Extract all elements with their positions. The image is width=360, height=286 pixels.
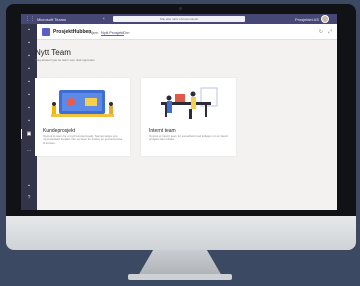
tab-om[interactable]: Om — [123, 30, 129, 35]
teams-icon[interactable]: ▪ — [26, 54, 32, 59]
refresh-icon[interactable]: ↻ — [319, 29, 323, 35]
card-description: Opprett et team for et nytt kundeprosjek… — [43, 134, 123, 145]
teams-window: ⋮⋮ Microsoft Teams ‹ Sök eller skriv ett… — [21, 14, 337, 210]
channel-header: ProsjektHubben Hjem Nytt Prosjekt Om ↻ ⤢ — [37, 24, 337, 40]
app-launcher-icon[interactable]: ⋮⋮ — [25, 16, 35, 22]
app-icon[interactable]: ▪ — [26, 119, 32, 124]
more-icon[interactable]: … — [26, 148, 32, 153]
chat-icon[interactable]: ▪ — [26, 41, 32, 46]
avatar[interactable] — [321, 15, 329, 23]
monitor-stand — [138, 250, 222, 276]
page-title: Nytt Team — [35, 48, 71, 57]
back-icon[interactable]: ‹ — [103, 16, 105, 22]
expand-icon[interactable]: ⤢ — [328, 29, 332, 35]
calendar-icon[interactable]: ▪ — [26, 67, 32, 72]
team-name: ProsjektHubben — [53, 29, 92, 35]
app-title: Microsoft Teams — [37, 17, 67, 22]
rail-active-indicator — [21, 129, 22, 139]
file-icon[interactable]: ▪ — [26, 93, 32, 98]
tab-hjem[interactable]: Hjem — [89, 30, 98, 35]
app-icon[interactable]: ▪ — [26, 106, 32, 111]
monitor-chin — [6, 216, 356, 250]
search-input[interactable]: Sök eller skriv ett kommando — [113, 16, 245, 22]
bell-icon[interactable]: ▪ — [26, 28, 32, 33]
apps-icon[interactable]: ▪ — [26, 184, 32, 189]
customer-project-illustration — [45, 84, 120, 124]
card-description: Opprett et internt team for samarbeid me… — [149, 134, 228, 142]
project-icon[interactable]: ▣ — [26, 132, 32, 137]
user-name: Prosjektet AS — [294, 17, 319, 22]
help-icon[interactable]: ? — [26, 196, 32, 201]
apple-logo-icon — [174, 226, 188, 240]
team-logo-icon — [42, 28, 50, 36]
tab-nytt-prosjekt[interactable]: Nytt Prosjekt — [101, 30, 124, 36]
monitor-base — [128, 274, 232, 280]
internal-team-illustration — [151, 84, 226, 124]
card-kundeprosjekt[interactable]: Kundeprosjekt Opprett et team for et nyt… — [35, 78, 130, 156]
page-subtitle: Velg ønsket type av team som skal oppret… — [35, 58, 95, 62]
phone-icon[interactable]: ▪ — [26, 80, 32, 85]
title-bar: ⋮⋮ Microsoft Teams ‹ Sök eller skriv ett… — [21, 14, 337, 24]
camera-icon — [179, 7, 182, 10]
card-internt-team[interactable]: Internt team Opprett et internt team for… — [141, 78, 236, 156]
